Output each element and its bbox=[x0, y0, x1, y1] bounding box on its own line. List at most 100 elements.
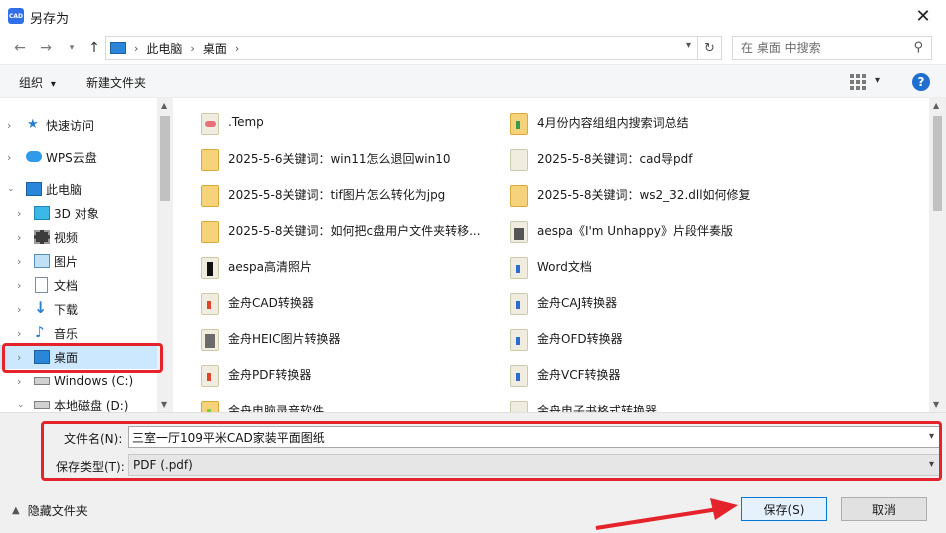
list-item[interactable]: 金舟PDF转换器 bbox=[201, 356, 501, 392]
scroll-up-icon[interactable]: ▲ bbox=[161, 101, 167, 110]
chevron-right-icon[interactable]: › bbox=[17, 231, 21, 244]
list-item[interactable]: 金舟CAD转换器 bbox=[201, 284, 501, 320]
list-item[interactable]: 4月份内容组组内搜索词总结 bbox=[510, 104, 810, 140]
sidebar-item-drive-c[interactable]: › Windows (C:) bbox=[0, 369, 157, 393]
sidebar-item-desktop[interactable]: › 桌面 bbox=[0, 345, 157, 369]
list-item[interactable]: 金舟OFD转换器 bbox=[510, 320, 810, 356]
cancel-button[interactable]: 取消 bbox=[841, 497, 927, 521]
search-input[interactable] bbox=[733, 37, 903, 59]
list-item[interactable]: 2025-5-8关键词：tif图片怎么转化为jpg bbox=[201, 176, 501, 212]
sidebar-item-drive-d[interactable]: ⌄ 本地磁盘 (D:) bbox=[0, 393, 157, 413]
arrow-right-icon: → bbox=[40, 40, 52, 56]
sidebar-item-wps-cloud[interactable]: › WPS云盘 bbox=[0, 145, 157, 169]
list-item[interactable]: 2025-5-8关键词：如何把c盘用户文件夹转移... bbox=[201, 212, 501, 248]
sidebar-item-3d-objects[interactable]: › 3D 对象 bbox=[0, 201, 157, 225]
chevron-right-icon[interactable]: › bbox=[7, 119, 11, 132]
annotation-arrow-head bbox=[710, 498, 738, 520]
chevron-down-icon[interactable]: ⌄ bbox=[17, 400, 25, 410]
up-button[interactable]: ↑ bbox=[84, 38, 104, 58]
scroll-down-icon[interactable]: ▼ bbox=[933, 400, 939, 409]
sidebar-item-music[interactable]: › ♪ 音乐 bbox=[0, 321, 157, 345]
film-icon bbox=[34, 230, 50, 244]
list-item[interactable]: .Temp bbox=[201, 104, 501, 140]
folder-icon bbox=[510, 329, 528, 351]
folder-icon bbox=[201, 401, 219, 412]
chevron-right-icon[interactable]: › bbox=[17, 303, 21, 316]
list-item[interactable]: Word文档 bbox=[510, 248, 810, 284]
view-dropdown-icon[interactable]: ▾ bbox=[875, 75, 880, 86]
file-name: 金舟CAJ转换器 bbox=[537, 295, 618, 310]
sidebar-item-label: 此电脑 bbox=[46, 182, 83, 197]
scroll-up-icon[interactable]: ▲ bbox=[933, 101, 939, 110]
sidebar-scroll-thumb[interactable] bbox=[160, 116, 170, 201]
list-item[interactable]: aespa《I'm Unhappy》片段伴奏版 bbox=[510, 212, 810, 248]
sidebar-item-label: WPS云盘 bbox=[46, 150, 97, 165]
chevron-down-icon[interactable]: ▾ bbox=[929, 431, 934, 442]
file-name: 金舟VCF转换器 bbox=[537, 367, 621, 382]
sidebar-item-quick-access[interactable]: › ★ 快速访问 bbox=[0, 113, 157, 137]
chevron-right-icon[interactable]: › bbox=[17, 207, 21, 220]
help-icon[interactable]: ? bbox=[912, 73, 930, 91]
forward-button[interactable]: → bbox=[36, 38, 56, 58]
sidebar-item-videos[interactable]: › 视频 bbox=[0, 225, 157, 249]
list-item[interactable]: 金舟电子书格式转换器 bbox=[510, 392, 810, 412]
list-item[interactable]: 2025-5-8关键词：ws2_32.dll如何修复 bbox=[510, 176, 810, 212]
sidebar-item-pictures[interactable]: › 图片 bbox=[0, 249, 157, 273]
chevron-right-icon: › bbox=[234, 41, 240, 55]
file-name: 2025-5-8关键词：ws2_32.dll如何修复 bbox=[537, 187, 751, 202]
list-item[interactable]: 金舟电脑录音软件 bbox=[201, 392, 501, 412]
chevron-right-icon[interactable]: › bbox=[17, 351, 21, 364]
chevron-right-icon[interactable]: › bbox=[17, 279, 21, 292]
chevron-down-icon[interactable]: ⌄ bbox=[7, 184, 15, 194]
folder-icon bbox=[201, 293, 219, 315]
cloud-icon bbox=[26, 151, 42, 162]
folder-icon bbox=[201, 365, 219, 387]
file-name: 金舟PDF转换器 bbox=[228, 367, 312, 382]
address-dropdown-icon[interactable]: ▾ bbox=[686, 40, 691, 51]
back-button[interactable]: ← bbox=[10, 38, 30, 58]
save-options-panel: 文件名(N): ▾ 保存类型(T): PDF (.pdf) ▾ ▲ 隐藏文件夹 … bbox=[0, 412, 946, 533]
list-item[interactable]: 金舟HEIC图片转换器 bbox=[201, 320, 501, 356]
file-list-scrollbar[interactable]: ▲ ▼ bbox=[929, 98, 946, 412]
chevron-right-icon[interactable]: › bbox=[7, 151, 11, 164]
file-name: 2025-5-6关键词：win11怎么退回win10 bbox=[228, 151, 451, 166]
cube-icon bbox=[34, 206, 50, 220]
chevron-right-icon[interactable]: › bbox=[17, 375, 21, 388]
list-item[interactable]: 金舟VCF转换器 bbox=[510, 356, 810, 392]
list-item[interactable]: 2025-5-8关键词：cad导pdf bbox=[510, 140, 810, 176]
folder-icon bbox=[201, 113, 219, 135]
chevron-down-icon[interactable]: ▾ bbox=[929, 459, 934, 470]
sidebar-item-documents[interactable]: › 文档 bbox=[0, 273, 157, 297]
folder-icon bbox=[510, 365, 528, 387]
sidebar-item-this-pc[interactable]: ⌄ 此电脑 bbox=[0, 177, 157, 201]
save-button[interactable]: 保存(S) bbox=[741, 497, 827, 521]
recent-locations-button[interactable]: ▾ bbox=[62, 38, 82, 58]
search-icon[interactable]: ⚲ bbox=[913, 40, 923, 55]
folder-icon bbox=[510, 293, 528, 315]
organize-button[interactable]: 组织 ▾ bbox=[19, 74, 56, 91]
file-name: 金舟电子书格式转换器 bbox=[537, 403, 658, 413]
refresh-button[interactable]: ↻ bbox=[698, 36, 722, 60]
list-item[interactable]: 2025-5-6关键词：win11怎么退回win10 bbox=[201, 140, 501, 176]
sidebar-item-label: 音乐 bbox=[54, 326, 79, 341]
close-button[interactable]: ✕ bbox=[900, 0, 946, 32]
list-item[interactable]: 金舟CAJ转换器 bbox=[510, 284, 810, 320]
hide-folders-button[interactable]: ▲ 隐藏文件夹 bbox=[12, 502, 88, 519]
chevron-right-icon: › bbox=[134, 41, 139, 55]
scroll-down-icon[interactable]: ▼ bbox=[161, 400, 167, 409]
filename-input[interactable] bbox=[129, 427, 909, 447]
chevron-right-icon[interactable]: › bbox=[17, 327, 21, 340]
address-bar[interactable]: › 此电脑 › 桌面 › ▾ bbox=[105, 36, 698, 60]
sidebar-item-downloads[interactable]: › ↓ 下载 bbox=[0, 297, 157, 321]
breadcrumb-this-pc[interactable]: 此电脑 bbox=[146, 40, 182, 57]
chevron-right-icon[interactable]: › bbox=[17, 255, 21, 268]
new-folder-button[interactable]: 新建文件夹 bbox=[86, 74, 146, 91]
sidebar-scrollbar[interactable]: ▲ ▼ bbox=[157, 98, 173, 412]
hide-folders-label: 隐藏文件夹 bbox=[27, 504, 88, 518]
filetype-select[interactable]: PDF (.pdf) ▾ bbox=[128, 454, 940, 476]
list-item[interactable]: aespa高清照片 bbox=[201, 248, 501, 284]
file-list-scroll-thumb[interactable] bbox=[933, 116, 942, 211]
breadcrumb-desktop[interactable]: 桌面 bbox=[203, 40, 227, 57]
view-options-icon[interactable] bbox=[850, 74, 866, 90]
folder-icon bbox=[201, 257, 219, 279]
